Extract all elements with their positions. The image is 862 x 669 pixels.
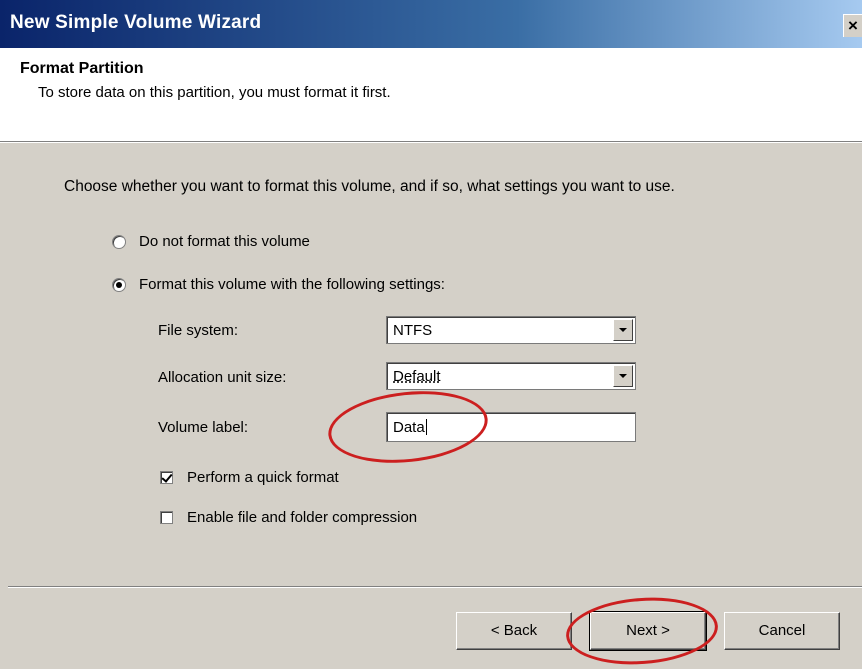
page-subtitle: To store data on this partition, you mus… — [38, 84, 391, 101]
radio-label-format-with-settings: Format this volume with the following se… — [139, 276, 445, 293]
next-button[interactable]: Next > — [589, 611, 707, 651]
header-divider — [0, 141, 862, 143]
radio-button-selected-icon[interactable] — [112, 277, 126, 292]
window-title: New Simple Volume Wizard — [10, 12, 262, 33]
radio-button-icon[interactable] — [112, 234, 126, 249]
footer-divider — [8, 586, 862, 588]
quick-format-label: Perform a quick format — [187, 469, 339, 486]
file-system-value: NTFS — [393, 322, 433, 339]
compression-label: Enable file and folder compression — [187, 509, 418, 526]
close-icon[interactable]: × — [843, 14, 862, 37]
allocation-unit-label: Allocation unit size: — [158, 369, 287, 386]
allocation-unit-value: Default — [393, 368, 441, 385]
title-bar: New Simple Volume Wizard × — [0, 0, 862, 48]
cancel-button[interactable]: Cancel — [724, 612, 840, 650]
chevron-down-icon[interactable] — [613, 319, 633, 341]
chevron-down-icon[interactable] — [613, 365, 633, 387]
wizard-header: Format Partition To store data on this p… — [0, 48, 862, 141]
checkbox-checked-icon[interactable] — [160, 471, 173, 484]
text-caret — [425, 419, 427, 435]
back-button[interactable]: < Back — [456, 612, 572, 650]
file-system-label: File system: — [158, 322, 239, 339]
radio-label-do-not-format: Do not format this volume — [139, 233, 310, 250]
allocation-unit-select[interactable]: Default — [386, 362, 636, 390]
volume-label-input[interactable]: Data — [386, 412, 636, 442]
instruction-text: Choose whether you want to format this v… — [64, 178, 675, 195]
radio-format-with-settings[interactable]: Format this volume with the following se… — [112, 276, 445, 293]
page-title: Format Partition — [20, 60, 144, 77]
volume-label-label: Volume label: — [158, 419, 249, 436]
checkbox-unchecked-icon[interactable] — [160, 511, 173, 524]
file-system-select[interactable]: NTFS — [386, 316, 636, 344]
radio-do-not-format[interactable]: Do not format this volume — [112, 233, 310, 250]
volume-label-value: Data — [393, 419, 425, 436]
compression-checkbox-row[interactable]: Enable file and folder compression — [160, 509, 417, 526]
quick-format-checkbox-row[interactable]: Perform a quick format — [160, 469, 339, 486]
